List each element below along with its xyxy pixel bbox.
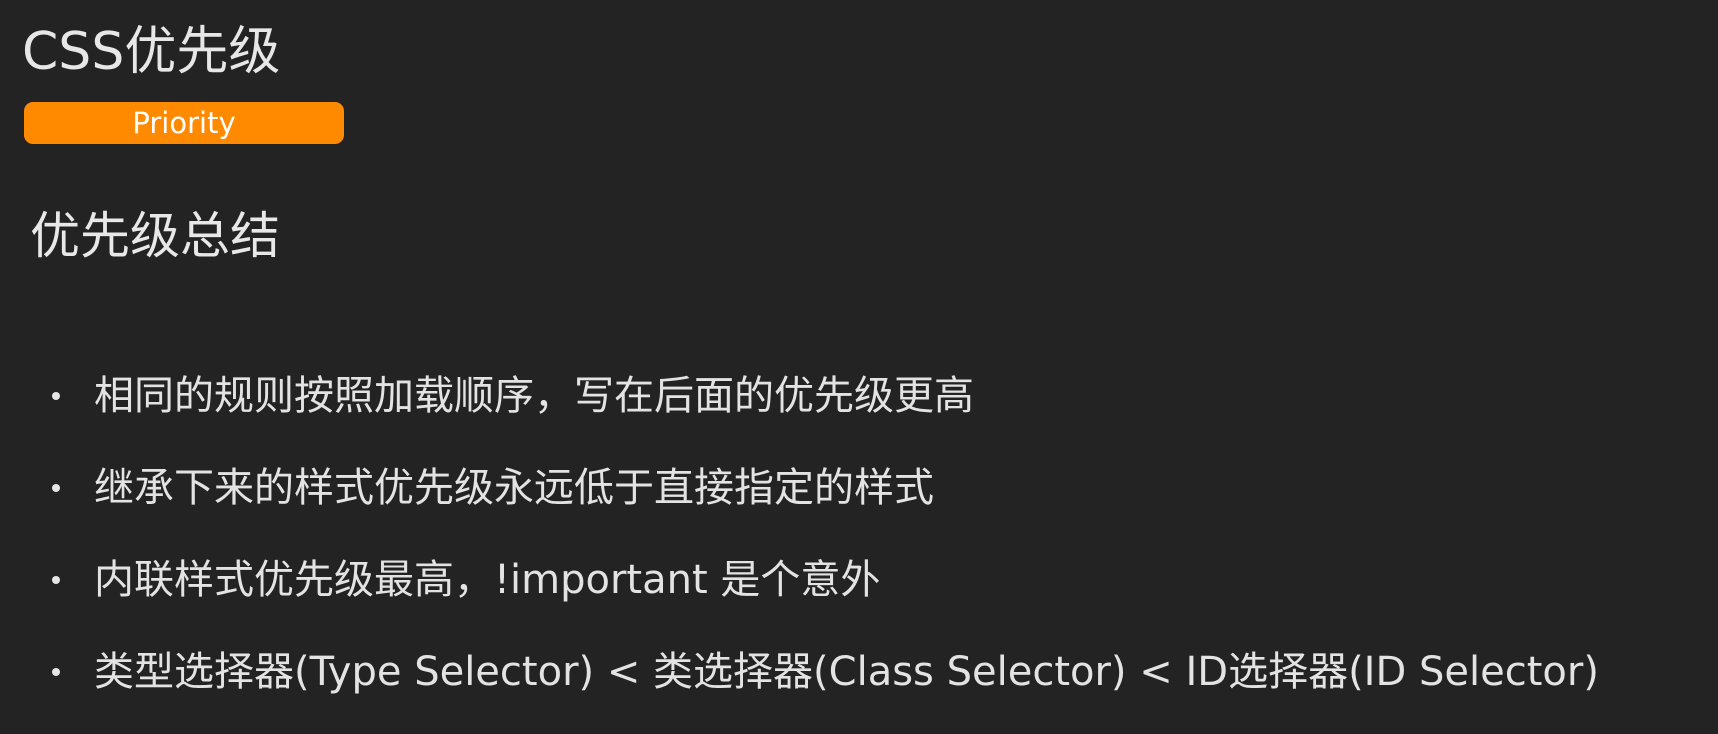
bullet-icon — [52, 392, 60, 400]
bullet-icon — [52, 576, 60, 584]
bullet-item-load-order: 相同的规则按照加载顺序，写在后面的优先级更高 — [44, 350, 1684, 442]
bullet-text-selector-order: 类型选择器(Type Selector) < 类选择器(Class Select… — [94, 649, 1599, 695]
priority-badge: Priority — [24, 102, 344, 144]
bullet-text-inherited-styles: 继承下来的样式优先级永远低于直接指定的样式 — [94, 465, 934, 511]
bullet-text-inline-styles: 内联样式优先级最高，!important 是个意外 — [94, 557, 881, 603]
bullet-item-inherited-styles: 继承下来的样式优先级永远低于直接指定的样式 — [44, 442, 1684, 534]
bullet-item-inline-styles: 内联样式优先级最高，!important 是个意外 — [44, 534, 1684, 626]
bullet-icon — [52, 668, 60, 676]
page-title: CSS优先级 — [22, 22, 281, 82]
section-title: 优先级总结 — [30, 207, 280, 265]
summary-bullet-list: 相同的规则按照加载顺序，写在后面的优先级更高 继承下来的样式优先级永远低于直接指… — [44, 350, 1684, 718]
bullet-icon — [52, 484, 60, 492]
bullet-text-load-order: 相同的规则按照加载顺序，写在后面的优先级更高 — [94, 373, 974, 419]
slide: CSS优先级 Priority 优先级总结 相同的规则按照加载顺序，写在后面的优… — [0, 0, 1718, 734]
bullet-item-selector-order: 类型选择器(Type Selector) < 类选择器(Class Select… — [44, 626, 1684, 718]
